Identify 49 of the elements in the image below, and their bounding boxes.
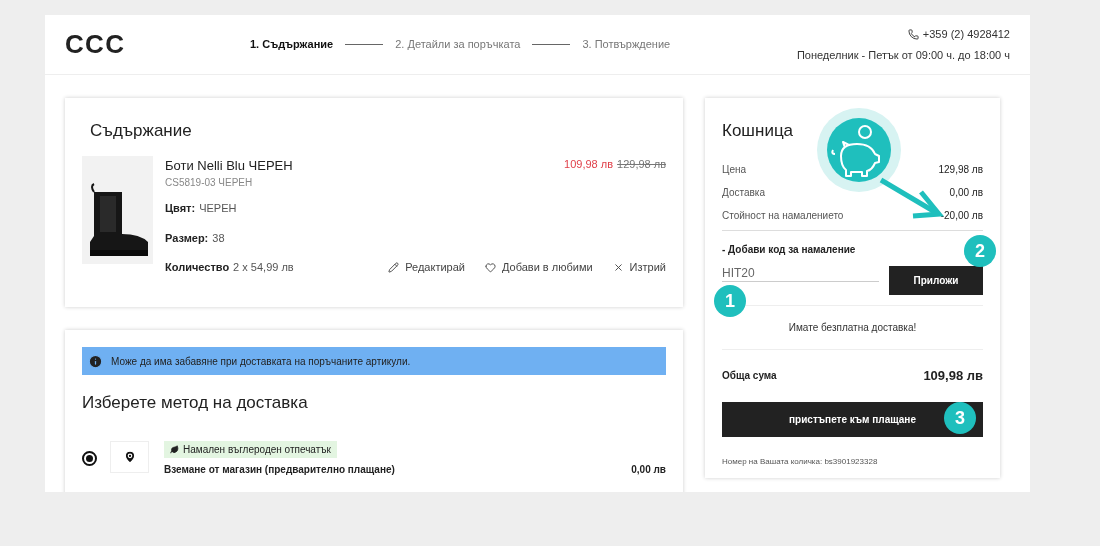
delete-link[interactable]: Изтрий — [612, 259, 666, 276]
summary-label: Цена — [722, 162, 747, 177]
info-icon — [88, 353, 103, 369]
apply-button[interactable]: Приложи — [889, 265, 983, 295]
summary-value: 129,98 лв — [938, 162, 983, 177]
logo[interactable]: CCC — [65, 25, 250, 64]
step-marker: 1 — [714, 285, 746, 317]
summary-label: Доставка — [722, 185, 765, 200]
promo-label: - Добави код за намаление — [722, 242, 856, 257]
favorite-link[interactable]: Добави в любими — [484, 259, 593, 276]
total-value: 109,98 лв — [923, 366, 983, 385]
checkout-step: 1. Съдържание — [250, 36, 334, 53]
free-delivery-message: Имате безплатна доставка! — [788, 320, 917, 335]
notice-text: Може да има забавяне при доставката на поръчаните артикули. — [111, 354, 411, 369]
size-value: 38 — [212, 230, 225, 246]
phone-number[interactable]: +359 (2) 4928412 — [922, 26, 1010, 43]
close-icon — [612, 261, 624, 273]
leaf-icon — [170, 444, 179, 454]
summary-label: Стойност на намалението — [722, 208, 844, 223]
product-name[interactable]: Боти Nelli Blu ЧЕРЕН — [165, 155, 293, 175]
step-marker: 2 — [964, 235, 996, 267]
eco-tag: Намален въглероден отпечатък — [164, 440, 337, 458]
color-value: ЧЕРЕН — [199, 201, 237, 216]
total-label: Обща сума — [722, 368, 777, 383]
section-title: Изберете метод на доставка — [82, 392, 309, 414]
section-title: Съдържание — [90, 120, 193, 142]
heart-icon — [484, 261, 496, 273]
opening-hours: Понеделник - Петък от 09:00 ч. до 18:00 ч — [796, 47, 1010, 63]
summary-value: -20,00 лв — [940, 208, 983, 223]
checkout-step: 3. Потвърждение — [582, 36, 671, 53]
phone-icon — [907, 28, 919, 40]
radio-button[interactable] — [82, 450, 97, 466]
quantity-value: 2 x 54,99 лв — [233, 260, 294, 275]
pencil-icon — [388, 261, 400, 273]
map-pin-icon — [122, 449, 137, 464]
checkout-step: 2. Детайли за поръчката — [395, 36, 521, 53]
cart-number: Номер на Вашата количка: bs3901923328 — [722, 456, 879, 468]
delivery-method: Вземане от магазин (предварително плащане) — [164, 462, 395, 477]
quantity-label: Количество — [165, 260, 230, 275]
promo-code-field[interactable]: HIT20 — [722, 265, 879, 282]
cart-title: Кошница — [722, 120, 795, 142]
delivery-price: 0,00 лв — [631, 462, 666, 477]
sale-price: 109,98 лв — [564, 156, 614, 172]
edit-link[interactable]: Редактирай — [388, 259, 465, 276]
size-label: Размер: — [165, 230, 209, 246]
old-price: 129,98 лв — [617, 156, 666, 172]
product-code: CS5819-03 ЧЕРЕН — [165, 176, 254, 190]
color-label: Цвят: — [165, 201, 196, 216]
summary-value: 0,00 лв — [949, 185, 983, 200]
